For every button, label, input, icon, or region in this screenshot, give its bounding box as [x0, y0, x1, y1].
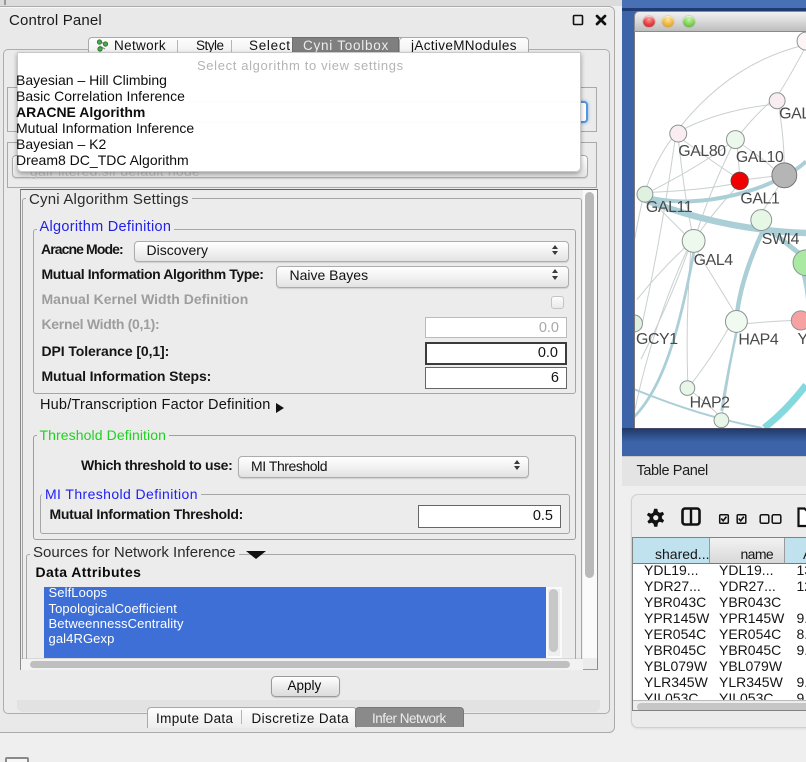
svg-text:HAP4: HAP4 [738, 331, 778, 348]
svg-text:GAL4: GAL4 [694, 252, 734, 269]
svg-text:GAL1: GAL1 [740, 190, 780, 207]
svg-text:GCY1: GCY1 [636, 331, 678, 348]
svg-text:GAL: GAL [779, 106, 806, 123]
svg-text:GAL11: GAL11 [646, 199, 693, 216]
svg-text:SWI4: SWI4 [762, 231, 800, 248]
svg-text:Y: Y [798, 331, 806, 348]
svg-text:GAL10: GAL10 [736, 149, 784, 166]
svg-text:GAL80: GAL80 [678, 143, 726, 160]
svg-text:HAP2: HAP2 [690, 394, 730, 411]
